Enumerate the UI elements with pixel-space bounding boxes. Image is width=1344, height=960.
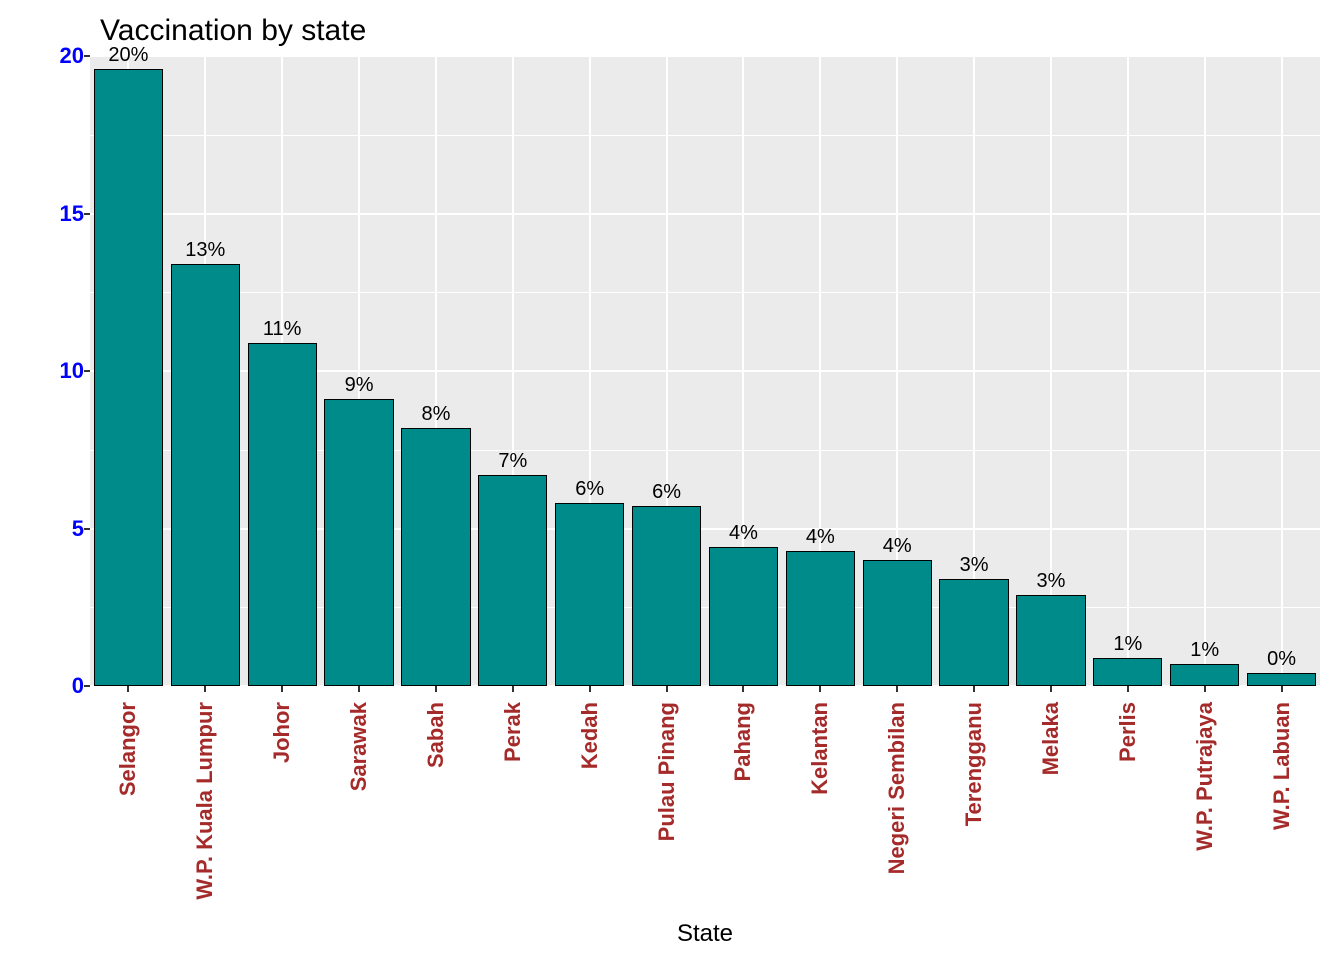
bar — [324, 399, 393, 686]
bar-value-label: 0% — [1267, 648, 1296, 671]
y-tick-mark — [84, 213, 90, 215]
chart-container: Vaccination by state First Dose Administ… — [0, 0, 1344, 960]
bar — [401, 428, 470, 686]
bar-value-label: 4% — [883, 535, 912, 558]
bar-value-label: 1% — [1190, 639, 1219, 662]
y-tick-label: 15 — [34, 201, 84, 227]
y-tick-mark — [84, 528, 90, 530]
y-tick-label: 20 — [34, 43, 84, 69]
x-tick-label: Perak — [500, 702, 526, 762]
x-tick-mark — [589, 686, 591, 692]
bar-value-label: 3% — [1036, 570, 1065, 593]
y-tick-label: 0 — [34, 673, 84, 699]
bar — [1247, 673, 1316, 686]
bar-value-label: 13% — [185, 239, 225, 262]
bar-value-label: 7% — [498, 450, 527, 473]
x-tick-mark — [896, 686, 898, 692]
x-tick-mark — [358, 686, 360, 692]
bar — [632, 506, 701, 686]
x-tick-label: Pahang — [730, 702, 756, 781]
bar — [171, 264, 240, 686]
x-tick-mark — [1050, 686, 1052, 692]
bar — [1093, 658, 1162, 686]
x-tick-mark — [1204, 686, 1206, 692]
bar — [94, 69, 163, 686]
bar-value-label: 1% — [1113, 633, 1142, 656]
x-tick-label: Sabah — [423, 702, 449, 768]
bar-value-label: 4% — [806, 526, 835, 549]
x-tick-mark — [1127, 686, 1129, 692]
x-tick-label: Terengganu — [961, 702, 987, 826]
bars-layer: 20%13%11%9%8%7%6%6%4%4%4%3%3%1%1%0% — [90, 56, 1320, 686]
bar-value-label: 11% — [263, 318, 302, 341]
bar-value-label: 3% — [960, 554, 989, 577]
x-tick-label: W.P. Kuala Lumpur — [192, 702, 218, 900]
bar — [1016, 595, 1085, 686]
x-tick-label: W.P. Putrajaya — [1192, 702, 1218, 851]
y-tick-label: 5 — [34, 516, 84, 542]
x-tick-mark — [742, 686, 744, 692]
x-tick-mark — [973, 686, 975, 692]
bar-value-label: 9% — [345, 374, 374, 397]
x-tick-mark — [666, 686, 668, 692]
x-tick-mark — [819, 686, 821, 692]
x-tick-label: Johor — [269, 702, 295, 763]
x-tick-mark — [435, 686, 437, 692]
x-tick-label: Kedah — [577, 702, 603, 769]
x-tick-label: Kelantan — [807, 702, 833, 795]
bar — [863, 560, 932, 686]
bar — [248, 343, 317, 686]
x-tick-label: W.P. Labuan — [1269, 702, 1295, 830]
x-tick-mark — [512, 686, 514, 692]
x-tick-label: Perlis — [1115, 702, 1141, 762]
bar — [1170, 664, 1239, 686]
bar-value-label: 6% — [575, 478, 604, 501]
y-tick-mark — [84, 370, 90, 372]
bar — [939, 579, 1008, 686]
x-tick-label: Negeri Sembilan — [884, 702, 910, 874]
y-tick-label: 10 — [34, 358, 84, 384]
x-tick-label: Melaka — [1038, 702, 1064, 775]
x-axis-label: State — [90, 920, 1320, 948]
bar-value-label: 6% — [652, 481, 681, 504]
x-tick-label: Pulau Pinang — [654, 702, 680, 841]
bar — [555, 503, 624, 686]
bar — [709, 547, 778, 686]
bar — [786, 551, 855, 686]
plot-panel: 20%13%11%9%8%7%6%6%4%4%4%3%3%1%1%0% — [90, 56, 1320, 686]
y-tick-mark — [84, 685, 90, 687]
x-tick-mark — [1281, 686, 1283, 692]
bar-value-label: 20% — [108, 44, 148, 67]
x-tick-mark — [127, 686, 129, 692]
bar — [478, 475, 547, 686]
bar-value-label: 4% — [729, 522, 758, 545]
x-tick-mark — [204, 686, 206, 692]
x-tick-mark — [281, 686, 283, 692]
y-tick-mark — [84, 55, 90, 57]
bar-value-label: 8% — [421, 403, 450, 426]
x-tick-label: Selangor — [115, 702, 141, 796]
x-tick-label: Sarawak — [346, 702, 372, 791]
